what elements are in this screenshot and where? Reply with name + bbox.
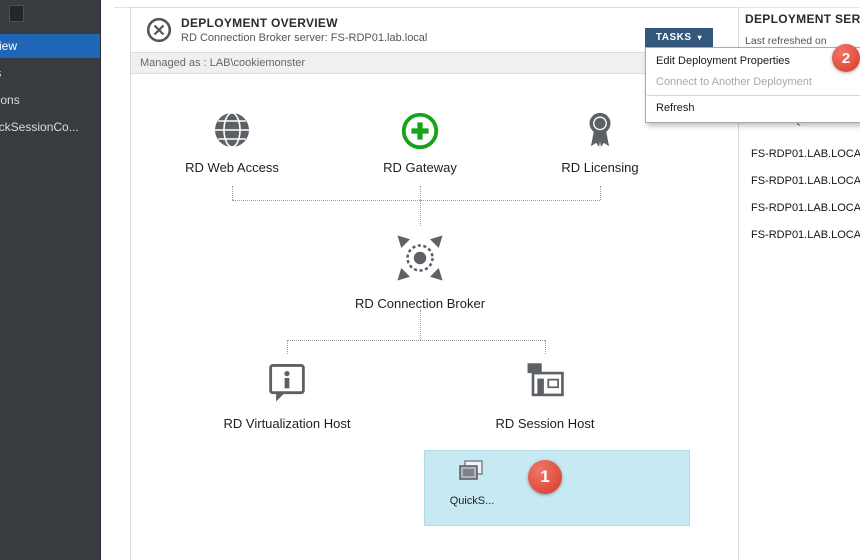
node-label: RD Virtualization Host xyxy=(192,416,382,431)
chevron-down-icon: ▾ xyxy=(698,34,703,42)
rds-nav-sidebar: Overview Servers Collections QuickSessio… xyxy=(0,0,101,560)
connector-line xyxy=(287,340,545,341)
menu-item-connect-to-another-deployment: Connect to Another Deployment xyxy=(646,72,860,93)
session-host-icon xyxy=(465,352,625,408)
connector-line xyxy=(420,310,421,340)
tile-title: DEPLOYMENT OVERVIEW xyxy=(181,16,338,30)
nav-item-list: Overview Servers Collections QuickSessio… xyxy=(0,34,100,142)
server-row[interactable]: FS-RDP01.LAB.LOCAL xyxy=(751,141,860,168)
collection-monitors-icon xyxy=(455,475,489,492)
sidebar-item-quicksessioncollection[interactable]: QuickSessionCo... xyxy=(0,115,100,139)
node-rd-session-host[interactable]: RD Session Host xyxy=(465,352,625,431)
tasks-button[interactable]: TASKS ▾ xyxy=(645,28,713,47)
node-label: RD Licensing xyxy=(520,160,680,175)
sidebar-item-label: Overview xyxy=(0,34,17,58)
tasks-button-label: TASKS xyxy=(656,32,692,43)
server-list: FS-RDP01.LAB.LOCAL FS-RDP01.LAB.LOCAL FS… xyxy=(751,141,860,249)
collection-label: QuickS... xyxy=(439,495,505,507)
sidebar-item-overview[interactable]: Overview xyxy=(0,34,100,58)
node-rd-gateway[interactable]: RD Gateway xyxy=(340,100,500,175)
info-bubble-icon xyxy=(192,352,382,408)
annotation-badge-1: 1 xyxy=(528,460,562,494)
node-label: RD Connection Broker xyxy=(320,296,520,311)
node-rd-connection-broker[interactable]: RD Connection Broker xyxy=(320,224,520,311)
connector-line xyxy=(420,186,421,200)
sidebar-item-label: QuickSessionCo... xyxy=(0,115,79,139)
server-row[interactable]: FS-RDP01.LAB.LOCAL xyxy=(751,195,860,222)
sidebar-item-collections[interactable]: Collections xyxy=(0,88,100,112)
nav-mini-icon xyxy=(9,5,24,22)
connector-line xyxy=(232,186,233,200)
tile-subtitle: RD Connection Broker server: FS-RDP01.la… xyxy=(181,32,427,44)
servers-panel-title: DEPLOYMENT SERVERS xyxy=(745,12,860,26)
node-rd-virtualization-host[interactable]: RD Virtualization Host xyxy=(192,352,382,431)
node-label: RD Session Host xyxy=(465,416,625,431)
connector-line xyxy=(600,186,601,200)
deployment-overview-icon xyxy=(146,17,172,48)
broker-arrows-icon xyxy=(320,224,520,288)
server-manager-window: Overview Servers Collections QuickSessio… xyxy=(0,0,860,560)
node-rd-web-access[interactable]: RD Web Access xyxy=(152,100,312,175)
connector-line xyxy=(232,200,600,201)
node-label: RD Web Access xyxy=(152,160,312,175)
annotation-badge-2: 2 xyxy=(832,44,860,72)
sidebar-item-servers[interactable]: Servers xyxy=(0,61,100,85)
menu-separator xyxy=(647,95,860,96)
menu-item-refresh[interactable]: Refresh xyxy=(646,98,860,119)
collection-tile-quicksessioncollection[interactable]: QuickS... xyxy=(439,458,505,507)
servers-panel-refreshed: Last refreshed on xyxy=(745,35,827,47)
server-row[interactable]: FS-RDP01.LAB.LOCAL xyxy=(751,168,860,195)
sidebar-item-label: Collections xyxy=(0,88,20,112)
menu-item-edit-deployment-properties[interactable]: Edit Deployment Properties xyxy=(646,51,860,72)
sidebar-item-label: Servers xyxy=(0,61,1,85)
connector-line xyxy=(420,200,421,226)
plus-circle-icon xyxy=(340,100,500,152)
tasks-dropdown-menu: Edit Deployment Properties Connect to An… xyxy=(645,47,860,123)
node-label: RD Gateway xyxy=(340,160,500,175)
globe-icon xyxy=(152,100,312,152)
server-row[interactable]: FS-RDP01.LAB.LOCAL xyxy=(751,222,860,249)
